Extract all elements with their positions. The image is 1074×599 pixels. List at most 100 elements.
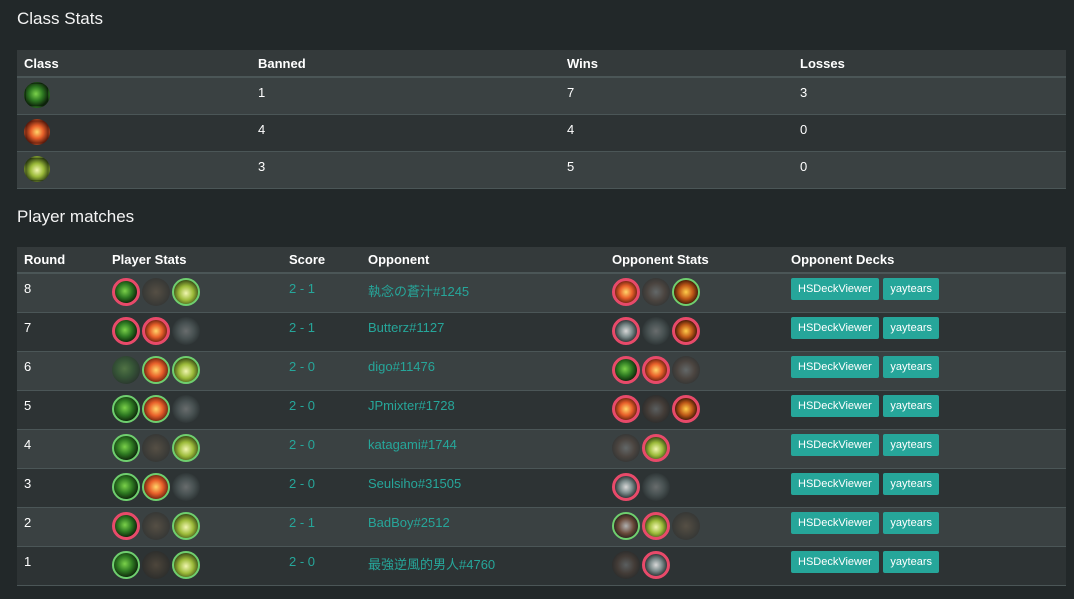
score-link[interactable]: 2 - 1: [289, 281, 315, 296]
druid-icon: [642, 472, 670, 501]
table-row: 2 2 - 1 BadBoy#2512 HSDeckViewer yaytear…: [17, 507, 1066, 546]
table-row: 1 7 3: [17, 77, 1066, 114]
opponent-link[interactable]: BadBoy#2512: [368, 515, 450, 530]
score-link[interactable]: 2 - 0: [289, 398, 315, 413]
table-row: 1 2 - 0 最強逆風的男人#4760 HSDeckViewer yaytea…: [17, 546, 1066, 585]
table-row: 8 2 - 1 執念の蒼汁#1245 HSDeckViewer yaytears: [17, 273, 1066, 312]
hunter-icon: [112, 550, 140, 579]
table-row: 4 4 0: [17, 114, 1066, 151]
round-value: 4: [24, 436, 32, 452]
rogue-icon: [612, 316, 640, 345]
druid-icon: [172, 472, 200, 501]
mage-icon: [142, 316, 170, 345]
table-row: 4 2 - 0 katagami#1744 HSDeckViewer yayte…: [17, 429, 1066, 468]
class-stats-header-row: Class Banned Wins Losses: [17, 50, 1066, 78]
hsdeckviewer-button[interactable]: HSDeckViewer: [791, 394, 879, 417]
opponent-link[interactable]: katagami#1744: [368, 437, 457, 452]
class-stats-title: Class Stats: [17, 9, 103, 28]
mage-icon: [642, 355, 670, 384]
hunter-icon: [112, 355, 140, 384]
header-opponent-stats: Opponent Stats: [605, 247, 784, 274]
yaytears-button[interactable]: yaytears: [883, 433, 939, 456]
druid-icon: [172, 511, 200, 540]
hunter-icon: [112, 511, 140, 540]
player-matches-title: Player matches: [17, 207, 135, 226]
opponent-link[interactable]: 最強逆風的男人#4760: [368, 557, 495, 572]
round-value: 3: [24, 475, 32, 491]
yaytears-button[interactable]: yaytears: [883, 472, 939, 495]
hunter-icon: [612, 355, 640, 384]
druid-icon: [172, 316, 200, 345]
opponent-link[interactable]: 執念の蒼汁#1245: [368, 284, 469, 299]
score-link[interactable]: 2 - 1: [289, 515, 315, 530]
hsdeckviewer-button[interactable]: HSDeckViewer: [791, 550, 879, 573]
losses-value: 0: [800, 158, 808, 174]
banned-value: 3: [258, 158, 266, 174]
warrior-icon: [672, 511, 700, 540]
hunter-icon: [112, 278, 140, 306]
score-link[interactable]: 2 - 0: [289, 476, 315, 491]
druid-icon: [172, 394, 200, 423]
class-stats-table: Class Banned Wins Losses 1 7 3 4 4 0 3 5…: [17, 50, 1066, 189]
hsdeckviewer-button[interactable]: HSDeckViewer: [791, 355, 879, 378]
druid-icon: [172, 433, 200, 462]
yaytears-button[interactable]: yaytears: [883, 316, 939, 339]
score-link[interactable]: 2 - 1: [289, 320, 315, 335]
rogue-icon: [612, 472, 640, 501]
header-player-stats: Player Stats: [105, 247, 282, 274]
paladin-icon: [142, 278, 170, 306]
paladin-icon: [142, 433, 170, 462]
paladin-icon: [142, 511, 170, 540]
paladin-icon: [142, 550, 170, 579]
warlock-icon: [672, 278, 700, 306]
opponent-link[interactable]: Butterz#1127: [368, 320, 444, 335]
score-link[interactable]: 2 - 0: [289, 437, 315, 452]
yaytears-button[interactable]: yaytears: [883, 550, 939, 573]
banned-value: 1: [258, 85, 266, 100]
yaytears-button[interactable]: yaytears: [883, 511, 939, 534]
mage-icon: [24, 118, 50, 145]
mage-icon: [612, 278, 640, 306]
hunter-icon: [24, 82, 50, 108]
yaytears-button[interactable]: yaytears: [883, 355, 939, 378]
mage-icon: [612, 394, 640, 423]
score-link[interactable]: 2 - 0: [289, 554, 315, 569]
paladin-icon: [612, 511, 640, 540]
paladin-icon: [672, 355, 700, 384]
hsdeckviewer-button[interactable]: HSDeckViewer: [791, 316, 879, 339]
wins-value: 7: [567, 85, 575, 100]
opponent-link[interactable]: JPmixter#1728: [368, 398, 455, 413]
hsdeckviewer-button[interactable]: HSDeckViewer: [791, 511, 879, 534]
table-row: 6 2 - 0 digo#11476 HSDeckViewer yaytears: [17, 351, 1066, 390]
hunter-icon: [112, 316, 140, 345]
paladin-icon: [642, 394, 670, 423]
wins-value: 5: [567, 158, 575, 174]
mage-icon: [142, 355, 170, 384]
hsdeckviewer-button[interactable]: HSDeckViewer: [791, 433, 879, 456]
paladin-icon: [642, 278, 670, 306]
druid-icon: [172, 550, 200, 579]
hsdeckviewer-button[interactable]: HSDeckViewer: [791, 472, 879, 495]
player-matches-header-row: Round Player Stats Score Opponent Oppone…: [17, 247, 1066, 274]
header-banned: Banned: [251, 50, 560, 78]
banned-value: 4: [258, 121, 266, 137]
round-value: 2: [24, 514, 32, 530]
score-link[interactable]: 2 - 0: [289, 359, 315, 374]
druid-icon: [642, 316, 670, 345]
table-row: 3 5 0: [17, 151, 1066, 188]
hunter-icon: [112, 472, 140, 501]
hsdeckviewer-button[interactable]: HSDeckViewer: [791, 278, 879, 300]
losses-value: 0: [800, 121, 808, 137]
header-opponent-decks: Opponent Decks: [784, 247, 1066, 274]
round-value: 5: [24, 397, 32, 413]
yaytears-button[interactable]: yaytears: [883, 278, 939, 300]
opponent-link[interactable]: Seulsiho#31505: [368, 476, 461, 491]
warlock-icon: [672, 316, 700, 345]
table-row: 3 2 - 0 Seulsiho#31505 HSDeckViewer yayt…: [17, 468, 1066, 507]
round-value: 7: [24, 319, 32, 335]
druid-icon: [172, 278, 200, 306]
opponent-link[interactable]: digo#11476: [368, 359, 435, 374]
yaytears-button[interactable]: yaytears: [883, 394, 939, 417]
rogue-icon: [642, 550, 670, 579]
losses-value: 3: [800, 85, 808, 100]
